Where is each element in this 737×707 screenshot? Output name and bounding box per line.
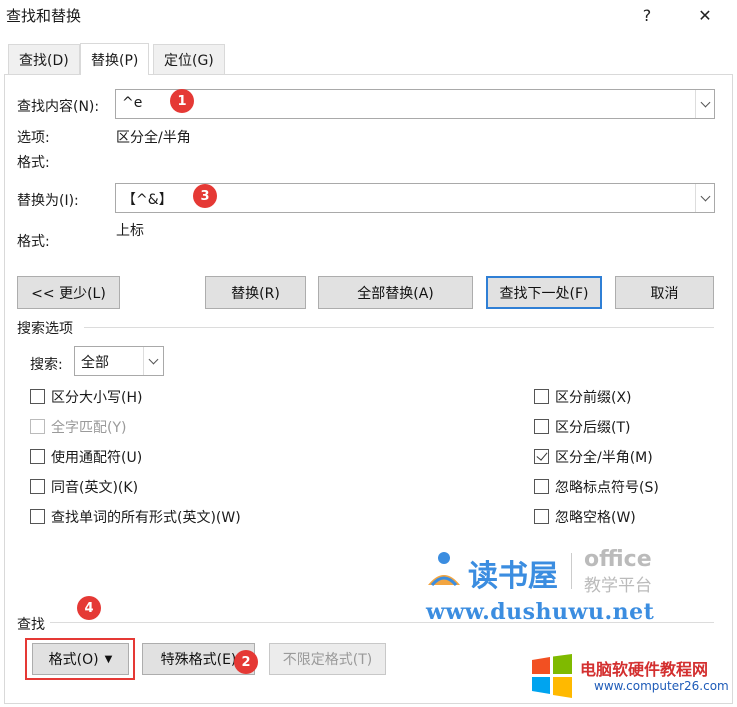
tab-goto[interactable]: 定位(G) xyxy=(153,44,225,75)
search-direction-label: 搜索: xyxy=(30,357,63,373)
checkbox-box-checked[interactable] xyxy=(534,449,549,464)
cancel-button[interactable]: 取消 xyxy=(615,276,714,309)
checkbox-label: 区分后缀(T) xyxy=(555,420,631,436)
caret-down-icon: ▼ xyxy=(104,653,113,665)
find-what-combo[interactable]: ^e xyxy=(115,89,715,119)
annotation-badge-2: 2 xyxy=(234,650,258,674)
replace-format-value: 上标 xyxy=(116,223,144,239)
replace-with-dropdown[interactable] xyxy=(695,184,714,212)
checkbox-box[interactable] xyxy=(534,479,549,494)
checkbox-box[interactable] xyxy=(30,509,45,524)
checkbox-label: 忽略空格(W) xyxy=(555,510,636,526)
checkbox-whole-word: 全字匹配(Y) xyxy=(30,417,330,437)
checkbox-box[interactable] xyxy=(534,509,549,524)
options-label: 选项: xyxy=(17,130,50,146)
checkbox-label: 同音(英文)(K) xyxy=(51,480,139,496)
search-direction-select[interactable]: 全部 xyxy=(74,346,164,376)
close-icon: ✕ xyxy=(698,5,712,25)
tab-find[interactable]: 查找(D) xyxy=(8,44,80,75)
reader-logo-icon xyxy=(428,552,460,587)
replace-button[interactable]: 替换(R) xyxy=(205,276,306,309)
close-button[interactable]: ✕ xyxy=(690,2,720,28)
less-button[interactable]: << 更少(L) xyxy=(17,276,120,309)
watermark-site-cn: 读书屋 xyxy=(468,559,558,594)
find-what-label: 查找内容(N): xyxy=(17,99,100,115)
checkbox-ignore-space[interactable]: 忽略空格(W) xyxy=(534,507,724,527)
watermark-computer26: 电脑软硬件教程网 www.computer26.com xyxy=(530,654,735,704)
replace-all-button[interactable]: 全部替换(A) xyxy=(318,276,473,309)
find-what-value: ^e xyxy=(122,95,143,111)
checkbox-label: 忽略标点符号(S) xyxy=(555,480,659,496)
watermark-office: office xyxy=(584,547,652,572)
chevron-down-icon xyxy=(148,354,159,364)
checkbox-label: 查找单词的所有形式(英文)(W) xyxy=(51,510,241,526)
checkbox-ignore-punct[interactable]: 忽略标点符号(S) xyxy=(534,477,724,497)
checkbox-box[interactable] xyxy=(30,389,45,404)
checkbox-label: 全字匹配(Y) xyxy=(51,420,127,436)
checkbox-match-case[interactable]: 区分大小写(H) xyxy=(30,387,330,407)
section-divider xyxy=(84,327,714,328)
find-what-dropdown[interactable] xyxy=(695,90,714,118)
annotation-badge-1: 1 xyxy=(170,89,194,113)
search-options-title: 搜索选项 xyxy=(17,321,73,337)
checkbox-box[interactable] xyxy=(30,479,45,494)
chevron-down-icon xyxy=(700,97,710,107)
windows-logo-icon xyxy=(532,654,572,698)
annotation-badge-4: 4 xyxy=(77,596,101,620)
chevron-down-icon xyxy=(700,191,710,201)
checkbox-label: 区分全/半角(M) xyxy=(555,450,653,466)
tab-replace[interactable]: 替换(P) xyxy=(80,43,150,75)
annotation-badge-3: 3 xyxy=(193,184,217,208)
find-section-title: 查找 xyxy=(17,617,45,633)
checkbox-all-word-forms[interactable]: 查找单词的所有形式(英文)(W) xyxy=(30,507,330,527)
checkbox-sounds-like[interactable]: 同音(英文)(K) xyxy=(30,477,330,497)
format-button[interactable]: 格式(O) ▼ xyxy=(32,643,129,675)
watermark-dushuwu: 读书屋 office 教学平台 www.dushuwu.net xyxy=(424,547,724,627)
find-next-button[interactable]: 查找下一处(F) xyxy=(486,276,602,309)
search-direction-dropdown[interactable] xyxy=(143,347,163,375)
checkbox-box[interactable] xyxy=(534,419,549,434)
section-divider xyxy=(50,622,714,623)
checkbox-box xyxy=(30,419,45,434)
window-title: 查找和替换 xyxy=(6,7,82,25)
help-button[interactable]: ? xyxy=(632,2,662,28)
checkbox-match-width[interactable]: 区分全/半角(M) xyxy=(534,447,724,467)
checkbox-label: 使用通配符(U) xyxy=(51,450,143,466)
checkbox-box[interactable] xyxy=(30,449,45,464)
watermark-divider xyxy=(571,553,572,589)
checkbox-match-suffix[interactable]: 区分后缀(T) xyxy=(534,417,724,437)
no-formatting-button: 不限定格式(T) xyxy=(269,643,386,675)
replace-with-value: 【^&】 xyxy=(122,192,173,208)
checkbox-label: 区分前缀(X) xyxy=(555,390,632,406)
replace-with-label: 替换为(I): xyxy=(17,193,79,209)
options-value: 区分全/半角 xyxy=(116,130,191,146)
replace-format-label: 格式: xyxy=(17,234,50,250)
format-button-label: 格式(O) xyxy=(48,652,99,668)
checkbox-match-prefix[interactable]: 区分前缀(X) xyxy=(534,387,724,407)
search-direction-value: 全部 xyxy=(81,355,109,371)
checkbox-wildcards[interactable]: 使用通配符(U) xyxy=(30,447,330,467)
checkbox-label: 区分大小写(H) xyxy=(51,390,143,406)
watermark-office-sub: 教学平台 xyxy=(584,576,652,596)
watermark-url2: www.computer26.com xyxy=(594,679,729,693)
find-format-label: 格式: xyxy=(17,155,50,171)
watermark-brand2: 电脑软硬件教程网 xyxy=(580,660,709,679)
checkbox-box[interactable] xyxy=(534,389,549,404)
